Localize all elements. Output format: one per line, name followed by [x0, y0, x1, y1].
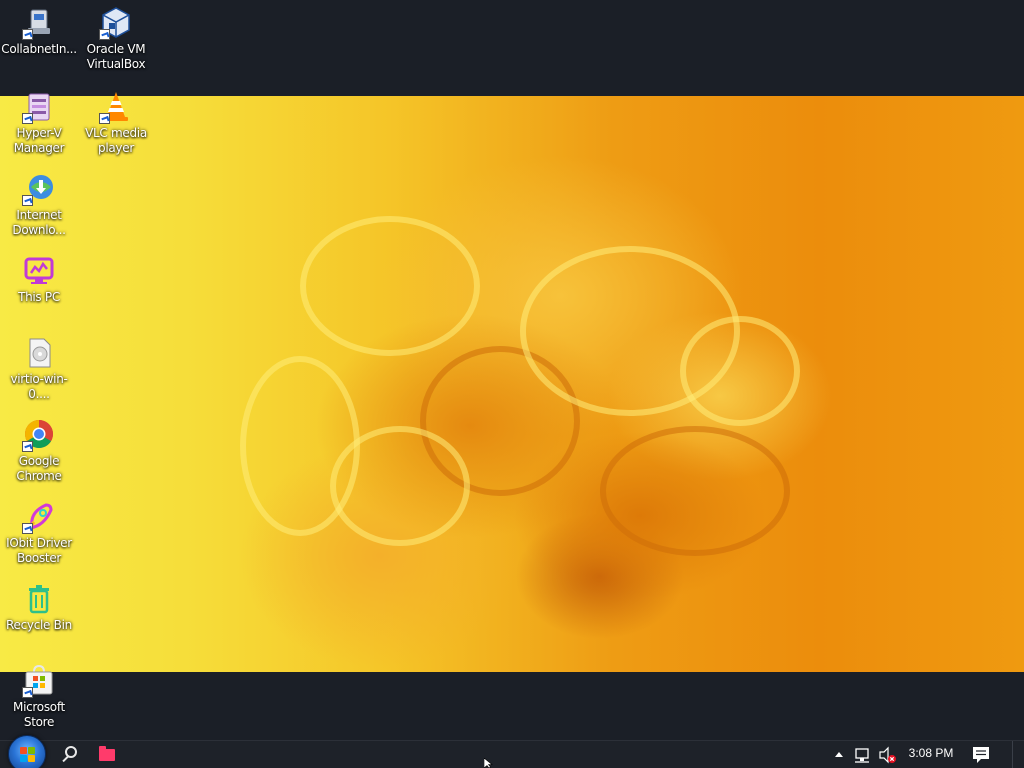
desktop-icon-virtualbox[interactable]: Oracle VM VirtualBox [78, 6, 154, 72]
idm-icon [22, 172, 56, 206]
desktop-icon-label: Hyper-V Manager [13, 126, 65, 155]
desktop-icon-virtio[interactable]: virtio-win-0.... [1, 336, 77, 402]
chrome-icon [22, 418, 56, 452]
desktop-icon-label: Internet Downlo... [12, 208, 66, 237]
shortcut-arrow-icon [22, 687, 33, 698]
desktop-icon-recycle-bin[interactable]: Recycle Bin [1, 582, 77, 633]
shortcut-arrow-icon [99, 29, 110, 40]
taskbar-pinned-file-explorer[interactable] [93, 743, 121, 767]
taskbar-clock[interactable]: 3:08 PM [908, 741, 954, 768]
desktop-icon-hyperv[interactable]: Hyper-V Manager [1, 90, 77, 156]
notification-icon [973, 747, 989, 763]
virtualbox-icon [99, 6, 133, 40]
desktop-icon-store[interactable]: Microsoft Store [1, 664, 77, 730]
desktop-icon-this-pc[interactable]: This PC [1, 254, 77, 305]
recycle-bin-icon [22, 582, 56, 616]
tray-overflow-button[interactable] [832, 741, 846, 768]
shortcut-arrow-icon [99, 113, 110, 124]
folder-icon [99, 746, 115, 761]
start-button[interactable] [8, 735, 46, 768]
wallpaper-swirl [680, 316, 800, 426]
desktop-icon-chrome[interactable]: Google Chrome [1, 418, 77, 484]
wallpaper [0, 96, 1024, 672]
network-icon [855, 748, 869, 763]
volume-muted-icon [879, 746, 896, 764]
desktop-icon-label: IObit Driver Booster [6, 536, 72, 565]
desktop-icon-label: CollabnetIn... [1, 42, 77, 56]
shortcut-arrow-icon [22, 523, 33, 534]
desktop-icon-idm[interactable]: Internet Downlo... [1, 172, 77, 238]
hyperv-icon [22, 90, 56, 124]
desktop-icon-label: Recycle Bin [6, 618, 72, 632]
desktop-icon-label: Google Chrome [16, 454, 62, 483]
shortcut-arrow-icon [22, 29, 33, 40]
desktop[interactable]: CollabnetIn... Hyper-V Manager Internet … [0, 0, 1024, 740]
desktop-icon-label: VLC media player [85, 126, 147, 155]
vlc-icon [99, 90, 133, 124]
desktop-icon-label: Microsoft Store [13, 700, 65, 729]
show-desktop-button[interactable] [1012, 741, 1024, 768]
wallpaper-swirl [600, 426, 790, 556]
desktop-icon-label: This PC [18, 290, 60, 304]
store-icon [22, 664, 56, 698]
tray-network-button[interactable] [853, 741, 873, 768]
desktop-icon-label: Oracle VM VirtualBox [86, 42, 146, 71]
collabnet-icon [22, 6, 56, 40]
shortcut-arrow-icon [22, 441, 33, 452]
desktop-icon-label: virtio-win-0.... [10, 372, 68, 401]
disc-image-icon [22, 336, 56, 370]
shortcut-arrow-icon [22, 113, 33, 124]
chevron-up-icon [835, 752, 843, 757]
driver-booster-icon [22, 500, 56, 534]
desktop-icon-driver-booster[interactable]: IObit Driver Booster [1, 500, 77, 566]
shortcut-arrow-icon [22, 195, 33, 206]
desktop-icon-vlc[interactable]: VLC media player [78, 90, 154, 156]
action-center-button[interactable] [970, 741, 992, 768]
tray-volume-button[interactable] [878, 741, 898, 768]
desktop-icon-collabnet[interactable]: CollabnetIn... [1, 6, 77, 57]
taskbar: 3:08 PM [0, 735, 1024, 768]
windows-logo-icon [20, 747, 36, 763]
mouse-cursor-icon [484, 758, 493, 768]
wallpaper-swirl [300, 216, 480, 356]
this-pc-icon [22, 254, 56, 288]
search-button[interactable] [58, 743, 86, 767]
wallpaper-swirl [240, 356, 360, 536]
